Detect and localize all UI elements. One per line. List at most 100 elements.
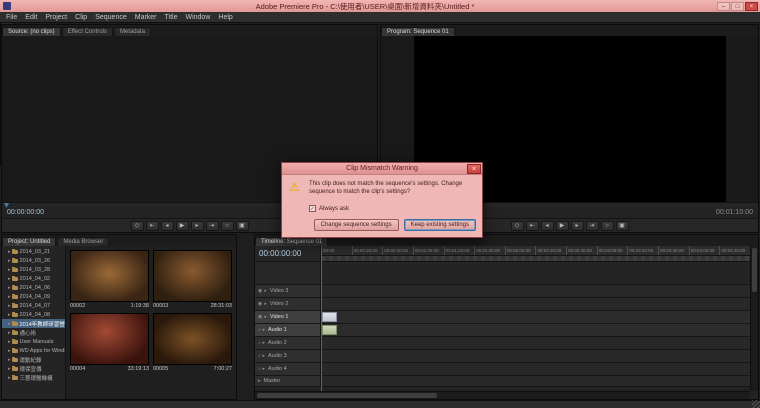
clip-item[interactable]: 00005 7:00:27 — [153, 313, 232, 372]
track-row-audio-3[interactable]: Audio 3 — [255, 350, 750, 363]
add-marker-button[interactable]: ◇ — [131, 221, 144, 231]
track-header[interactable]: Audio 1 — [255, 324, 321, 336]
track-header[interactable]: Video 1 — [255, 311, 321, 323]
window-titlebar[interactable]: Adobe Premiere Pro - C:\使用者\USER\桌面\新增資料… — [0, 0, 760, 12]
scrollbar-thumb[interactable] — [752, 248, 757, 292]
clip-item[interactable]: 00002 1:19:38 — [70, 250, 149, 309]
step-forward-button[interactable]: ▸ — [571, 221, 584, 231]
play-button[interactable]: ▶ — [176, 221, 189, 231]
timeline-video-clip[interactable] — [322, 312, 337, 322]
twirl-icon[interactable] — [8, 321, 11, 327]
clip-item[interactable]: 00004 33:19:13 — [70, 313, 149, 372]
toggle-track-output-icon[interactable] — [258, 301, 262, 307]
track-header[interactable]: Audio 3 — [255, 350, 321, 362]
track-header[interactable]: Video 3 — [255, 285, 321, 297]
bin-tree-item[interactable]: 三藝環醫機構 — [2, 373, 65, 382]
timeline-horizontal-scrollbar[interactable] — [255, 391, 750, 399]
twirl-icon[interactable] — [8, 357, 11, 363]
bin-tree-item[interactable]: 2014_03_21 — [2, 247, 65, 256]
tab-timeline-sequence-01[interactable]: Timeline: Sequence 01 — [255, 237, 328, 246]
track-row-video-3[interactable]: Video 3 — [255, 285, 750, 298]
track-header[interactable]: Audio 4 — [255, 363, 321, 375]
menu-sequence[interactable]: Sequence — [91, 14, 131, 21]
menu-window[interactable]: Window — [181, 14, 214, 21]
bin-tree-item[interactable]: 2014_04_06 — [2, 283, 65, 292]
bin-tree-item[interactable]: 通心術 — [2, 328, 65, 337]
step-forward-button[interactable]: ▸ — [191, 221, 204, 231]
toggle-track-mute-icon[interactable] — [258, 366, 261, 372]
twirl-icon[interactable] — [8, 276, 11, 282]
menu-file[interactable]: File — [2, 14, 21, 21]
track-content[interactable] — [321, 376, 750, 386]
change-sequence-settings-button[interactable]: Change sequence settings — [314, 219, 399, 231]
collapse-track-icon[interactable] — [264, 301, 267, 307]
track-content[interactable] — [321, 285, 750, 297]
twirl-icon[interactable] — [8, 330, 11, 336]
bin-tree-item[interactable]: 2014_04_07 — [2, 301, 65, 310]
twirl-icon[interactable] — [8, 375, 11, 381]
tab-project[interactable]: Project: Untitled — [2, 237, 56, 246]
step-back-button[interactable]: ◂ — [161, 221, 174, 231]
bin-tree-item[interactable]: WD Apps for Windows — [2, 346, 65, 355]
export-frame-button[interactable]: ▣ — [236, 221, 249, 231]
timeline-ruler[interactable]: 00:00 00:00:20:00 00:00:40:00 00:01:00:0… — [321, 246, 750, 256]
track-content[interactable] — [321, 311, 750, 323]
go-to-in-button[interactable]: ⇤ — [146, 221, 159, 231]
track-header[interactable]: Audio 2 — [255, 337, 321, 349]
bin-tree-item[interactable]: 2014_03_26 — [2, 256, 65, 265]
go-to-out-button[interactable]: ⇥ — [586, 221, 599, 231]
minimize-button[interactable]: – — [717, 2, 730, 11]
bin-tree-item[interactable]: 2014_03_28 — [2, 265, 65, 274]
always-ask-checkbox-row[interactable]: ✓ Always ask — [309, 205, 349, 212]
bin-tree-item[interactable]: User Manuals — [2, 337, 65, 346]
export-frame-button[interactable]: ▣ — [616, 221, 629, 231]
clip-thumbnail[interactable] — [70, 313, 149, 365]
track-row-video-2[interactable]: Video 2 — [255, 298, 750, 311]
toggle-track-mute-icon[interactable] — [258, 340, 261, 346]
menu-title[interactable]: Title — [161, 14, 182, 21]
bin-tree-item-selected[interactable]: 2014年教師研習營心得 — [2, 319, 65, 328]
source-current-timecode[interactable]: 00:00:00:00 — [7, 209, 44, 216]
collapse-track-icon[interactable] — [263, 366, 266, 372]
checkbox-icon[interactable]: ✓ — [309, 205, 316, 212]
menu-marker[interactable]: Marker — [131, 14, 161, 21]
clip-thumbnail[interactable] — [70, 250, 149, 302]
toggle-track-mute-icon[interactable] — [258, 327, 261, 333]
dialog-close-button[interactable]: × — [467, 164, 481, 174]
track-content[interactable] — [321, 363, 750, 375]
track-header[interactable]: Video 2 — [255, 298, 321, 310]
track-header[interactable]: Master — [255, 376, 321, 386]
twirl-icon[interactable] — [8, 294, 11, 300]
bin-tree-item[interactable]: 2014_04_02 — [2, 274, 65, 283]
timeline-audio-clip[interactable] — [322, 325, 337, 335]
go-to-in-button[interactable]: ⇤ — [526, 221, 539, 231]
collapse-track-icon[interactable] — [263, 353, 266, 359]
twirl-icon[interactable] — [8, 312, 11, 318]
loop-button[interactable]: ○ — [601, 221, 614, 231]
dialog-titlebar[interactable]: Clip Mismatch Warning × — [282, 163, 482, 175]
collapse-track-icon[interactable] — [264, 314, 267, 320]
track-row-audio-4[interactable]: Audio 4 — [255, 363, 750, 376]
twirl-icon[interactable] — [8, 348, 11, 354]
twirl-icon[interactable] — [8, 258, 11, 264]
collapse-track-icon[interactable] — [264, 288, 267, 294]
track-row-master[interactable]: Master — [255, 376, 750, 387]
bin-tree-item[interactable]: 環保宣傳 — [2, 364, 65, 373]
timeline-timecode[interactable]: 00:00:00:00 — [255, 246, 321, 262]
project-bin-tree[interactable]: 2014_03_21 2014_03_26 2014_03_28 2014_04… — [2, 246, 66, 399]
close-button[interactable]: × — [745, 2, 758, 11]
step-back-button[interactable]: ◂ — [541, 221, 554, 231]
clip-thumbnail[interactable] — [153, 250, 232, 302]
tab-program[interactable]: Program: Sequence 01 — [381, 27, 455, 36]
bin-tree-item[interactable]: 2014_04_09 — [2, 292, 65, 301]
collapse-track-icon[interactable] — [263, 340, 266, 346]
tab-metadata[interactable]: Metadata — [114, 27, 151, 36]
go-to-out-button[interactable]: ⇥ — [206, 221, 219, 231]
toggle-track-output-icon[interactable] — [258, 288, 262, 294]
keep-existing-settings-button[interactable]: Keep existing settings — [404, 219, 476, 231]
bin-tree-item[interactable]: 2014_04_08 — [2, 310, 65, 319]
playhead[interactable] — [321, 246, 322, 391]
menu-help[interactable]: Help — [214, 14, 236, 21]
track-row-video-1[interactable]: Video 1 — [255, 311, 750, 324]
menu-project[interactable]: Project — [41, 14, 71, 21]
